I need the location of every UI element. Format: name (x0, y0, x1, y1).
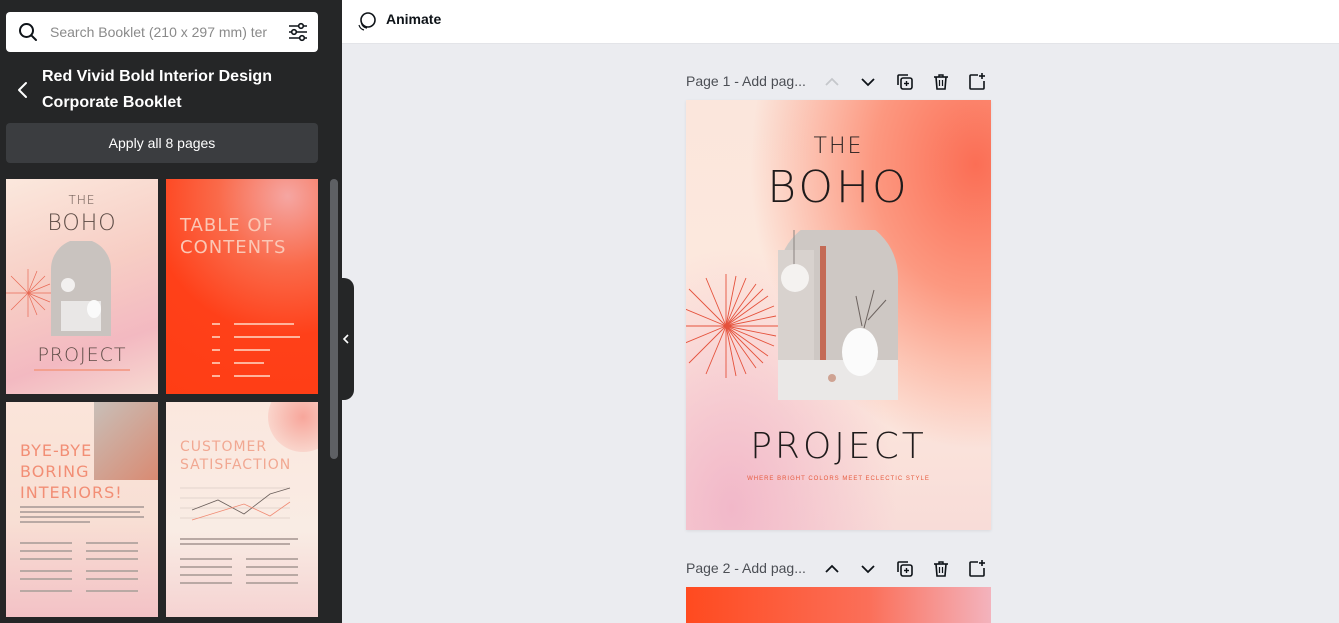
thumb-subtitle-line (34, 369, 130, 371)
thumb-contents-list (212, 323, 300, 377)
template-page-thumbnail-1[interactable]: THE BOHO PROJECT (6, 179, 158, 394)
template-page-thumbnail-3[interactable]: BYE-BYE BORING INTERIORS! (6, 402, 158, 617)
move-page-up-icon[interactable] (822, 72, 842, 92)
thumb-the-text: THE (68, 193, 96, 207)
collapse-panel-button[interactable] (338, 278, 354, 400)
thumb-interiors-title: BYE-BYE BORING INTERIORS! (20, 441, 123, 502)
animate-button[interactable]: Animate (386, 11, 441, 27)
template-page-thumbnail-2[interactable]: TABLE OF CONTENTS (166, 179, 318, 394)
thumb-contents-title: TABLE OF CONTENTS (180, 215, 287, 258)
back-icon[interactable] (14, 80, 32, 100)
delete-page-icon[interactable] (931, 72, 951, 92)
thumb-body-text (20, 506, 144, 592)
move-page-down-icon[interactable] (858, 559, 878, 579)
animate-icon[interactable] (356, 10, 378, 32)
page-1-canvas[interactable]: THE BOHO PROJECT WHERE BRIGHT COLORS MEE… (686, 100, 991, 530)
thumb-project-text: PROJECT (37, 344, 127, 366)
search-icon (19, 23, 37, 41)
move-page-down-icon[interactable] (858, 72, 878, 92)
filter-icon[interactable] (287, 21, 309, 43)
page-subtitle-text[interactable]: WHERE BRIGHT COLORS MEET ECLECTIC STYLE (686, 476, 991, 482)
sidebar: Red Vivid Bold Interior Design Corporate… (0, 0, 342, 623)
thumb-boho-text: BOHO (47, 211, 117, 236)
duplicate-page-icon[interactable] (895, 559, 915, 579)
chevron-left-icon (342, 334, 349, 344)
move-page-up-icon[interactable] (822, 559, 842, 579)
duplicate-page-icon[interactable] (895, 72, 915, 92)
delete-page-icon[interactable] (931, 559, 951, 579)
page-2-title[interactable]: Page 2 - Add pag... (686, 560, 806, 576)
sidebar-scrollbar[interactable] (330, 179, 338, 459)
thumb-chart (180, 487, 298, 584)
page-boho-text[interactable]: BOHO (686, 162, 991, 213)
page-project-text[interactable]: PROJECT (686, 426, 991, 467)
apply-all-pages-button[interactable]: Apply all 8 pages (6, 123, 318, 163)
thumb-image (6, 241, 111, 336)
template-page-thumbnail-4[interactable]: CUSTOMER SATISFACTION (166, 402, 318, 617)
add-page-icon[interactable] (967, 72, 987, 92)
search-box[interactable] (6, 12, 318, 52)
template-title: Red Vivid Bold Interior Design Corporate… (42, 68, 272, 111)
page-2-canvas[interactable] (686, 587, 991, 623)
page-image-group[interactable] (686, 230, 991, 405)
page-the-text[interactable]: THE (686, 134, 991, 159)
thumb-satisfaction-title: CUSTOMER SATISFACTION (180, 439, 292, 473)
add-page-icon[interactable] (967, 559, 987, 579)
editor-toolbar: Animate (342, 0, 1339, 44)
sunburst-decoration (686, 274, 778, 378)
page-1-title[interactable]: Page 1 - Add pag... (686, 73, 806, 89)
search-input[interactable] (50, 21, 282, 43)
